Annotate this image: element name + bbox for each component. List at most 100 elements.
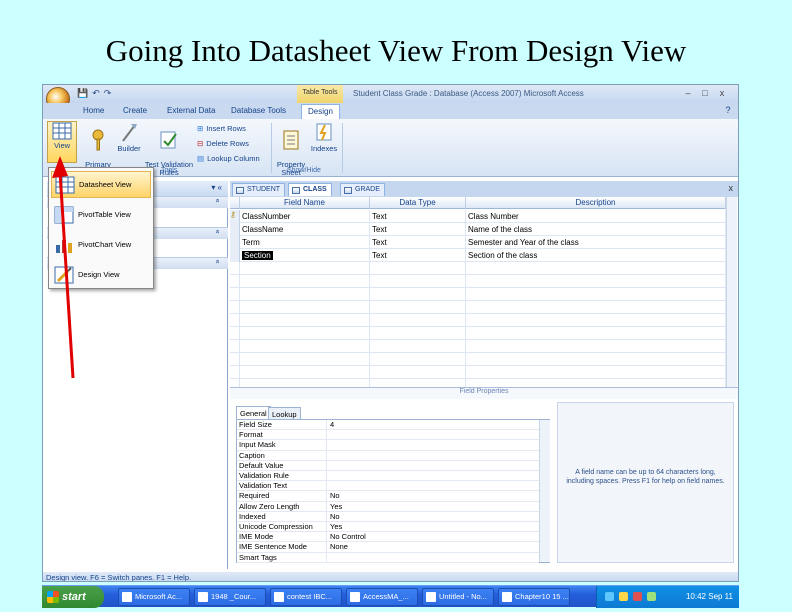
empty-cell[interactable] bbox=[370, 314, 466, 327]
table-row[interactable]: Section Text Section of the class bbox=[230, 249, 726, 262]
row-selector[interactable] bbox=[230, 249, 240, 262]
menu-item-design-view[interactable]: Design View bbox=[51, 261, 151, 288]
empty-row[interactable] bbox=[230, 366, 726, 379]
help-icon[interactable]: ? bbox=[721, 105, 735, 117]
tab-lookup[interactable]: Lookup bbox=[268, 407, 301, 419]
tab-database-tools[interactable]: Database Tools bbox=[231, 106, 286, 115]
empty-cell[interactable] bbox=[240, 262, 370, 275]
cell-field-name[interactable]: Term bbox=[240, 236, 370, 249]
tray-app-icon[interactable] bbox=[633, 592, 642, 601]
property-row[interactable]: Validation Rule bbox=[237, 471, 539, 482]
empty-cell[interactable] bbox=[230, 366, 240, 379]
property-row[interactable]: Unicode Compression Yes bbox=[237, 522, 539, 533]
collapse-icon[interactable]: » bbox=[215, 260, 222, 264]
collapse-icon[interactable]: » bbox=[215, 230, 222, 234]
property-row[interactable]: Format bbox=[237, 430, 539, 441]
empty-cell[interactable] bbox=[240, 301, 370, 314]
property-value[interactable]: Yes bbox=[330, 522, 342, 532]
empty-cell[interactable] bbox=[230, 353, 240, 366]
empty-cell[interactable] bbox=[240, 275, 370, 288]
delete-rows-button[interactable]: ⊟ Delete Rows bbox=[197, 139, 249, 148]
redo-icon[interactable]: ↷ bbox=[104, 88, 112, 99]
empty-cell[interactable] bbox=[466, 353, 726, 366]
empty-cell[interactable] bbox=[466, 314, 726, 327]
empty-cell[interactable] bbox=[240, 314, 370, 327]
empty-row[interactable] bbox=[230, 314, 726, 327]
primary-key-indicator-icon[interactable]: ⚷ bbox=[230, 210, 240, 223]
lookup-column-button[interactable]: ▤ Lookup Column bbox=[197, 154, 260, 163]
empty-row[interactable] bbox=[230, 301, 726, 314]
table-row[interactable]: Term Text Semester and Year of the class bbox=[230, 236, 726, 249]
insert-rows-button[interactable]: ⊞ Insert Rows bbox=[197, 124, 246, 133]
property-row[interactable]: Caption bbox=[237, 450, 539, 461]
doc-tab-grade[interactable]: GRADE bbox=[340, 183, 385, 196]
cell-field-name[interactable]: Section bbox=[240, 249, 370, 262]
cell-data-type[interactable]: Text bbox=[370, 210, 466, 223]
property-row[interactable]: IME Mode No Control bbox=[237, 532, 539, 543]
empty-cell[interactable] bbox=[466, 301, 726, 314]
cell-field-name[interactable]: ClassName bbox=[240, 223, 370, 236]
empty-cell[interactable] bbox=[466, 262, 726, 275]
table-row[interactable]: ⚷ ClassNumber Text Class Number bbox=[230, 210, 726, 223]
empty-row[interactable] bbox=[230, 288, 726, 301]
property-value[interactable]: 4 bbox=[330, 420, 334, 430]
empty-cell[interactable] bbox=[240, 327, 370, 340]
property-row[interactable]: Required No bbox=[237, 491, 539, 502]
start-button[interactable]: start bbox=[42, 586, 104, 608]
tab-home[interactable]: Home bbox=[83, 106, 104, 115]
tab-create[interactable]: Create bbox=[123, 106, 147, 115]
view-button[interactable]: View bbox=[47, 121, 77, 163]
save-icon[interactable]: 💾 bbox=[77, 88, 88, 99]
empty-cell[interactable] bbox=[466, 275, 726, 288]
property-row[interactable]: Input Mask bbox=[237, 440, 539, 451]
cell-description[interactable]: Name of the class bbox=[466, 223, 726, 236]
property-row[interactable]: Smart Tags bbox=[237, 552, 539, 563]
empty-cell[interactable] bbox=[240, 353, 370, 366]
menu-item-pivottable-view[interactable]: PivotTable View bbox=[51, 201, 151, 228]
close-button[interactable]: x bbox=[715, 88, 729, 100]
property-row[interactable]: Allow Zero Length Yes bbox=[237, 501, 539, 512]
taskbar-button[interactable]: AccessMA_... bbox=[346, 588, 418, 606]
property-row[interactable]: IME Sentence Mode None bbox=[237, 542, 539, 553]
empty-cell[interactable] bbox=[466, 327, 726, 340]
minimize-button[interactable]: – bbox=[681, 88, 695, 100]
property-value[interactable]: Yes bbox=[330, 502, 342, 512]
close-document-icon[interactable]: x bbox=[729, 183, 734, 193]
empty-cell[interactable] bbox=[370, 327, 466, 340]
empty-cell[interactable] bbox=[230, 327, 240, 340]
empty-row[interactable] bbox=[230, 262, 726, 275]
taskbar-button[interactable]: contest IBC... bbox=[270, 588, 342, 606]
cell-data-type[interactable]: Text bbox=[370, 236, 466, 249]
row-selector[interactable] bbox=[230, 236, 240, 249]
empty-cell[interactable] bbox=[466, 366, 726, 379]
empty-cell[interactable] bbox=[230, 288, 240, 301]
tab-external-data[interactable]: External Data bbox=[167, 106, 215, 115]
cell-description[interactable]: Semester and Year of the class bbox=[466, 236, 726, 249]
empty-row[interactable] bbox=[230, 340, 726, 353]
maximize-button[interactable]: □ bbox=[698, 88, 712, 100]
taskbar-button[interactable]: Microsoft Ac... bbox=[118, 588, 190, 606]
empty-cell[interactable] bbox=[230, 262, 240, 275]
property-row[interactable]: Field Size 4 bbox=[237, 420, 539, 431]
property-value[interactable]: None bbox=[330, 542, 348, 552]
volume-icon[interactable] bbox=[647, 592, 656, 601]
empty-cell[interactable] bbox=[370, 301, 466, 314]
empty-cell[interactable] bbox=[370, 288, 466, 301]
collapse-icon[interactable]: » bbox=[215, 199, 222, 203]
empty-cell[interactable] bbox=[466, 340, 726, 353]
empty-cell[interactable] bbox=[230, 275, 240, 288]
empty-cell[interactable] bbox=[370, 353, 466, 366]
property-value[interactable]: No bbox=[330, 512, 340, 522]
empty-cell[interactable] bbox=[240, 288, 370, 301]
builder-button[interactable]: Builder bbox=[115, 121, 143, 153]
grid-scrollbar[interactable] bbox=[726, 197, 737, 387]
property-row[interactable]: Validation Text bbox=[237, 481, 539, 492]
empty-row[interactable] bbox=[230, 327, 726, 340]
empty-cell[interactable] bbox=[370, 366, 466, 379]
menu-item-datasheet-view[interactable]: Datasheet View bbox=[51, 171, 151, 198]
taskbar-button[interactable]: 1948 _Cour... bbox=[194, 588, 266, 606]
tab-general[interactable]: General bbox=[236, 406, 271, 419]
empty-cell[interactable] bbox=[370, 275, 466, 288]
undo-icon[interactable]: ↶ bbox=[92, 88, 100, 99]
cell-field-name[interactable]: ClassNumber bbox=[240, 210, 370, 223]
